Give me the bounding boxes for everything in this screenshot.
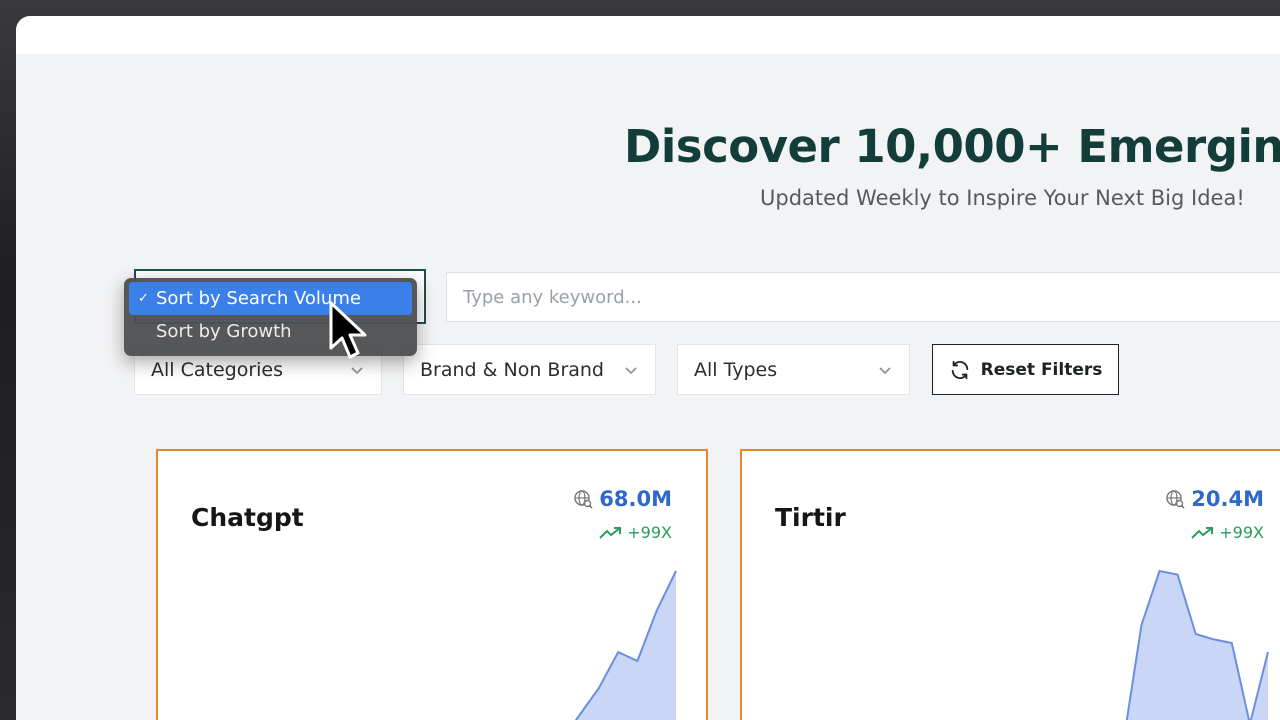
reset-filters-button[interactable]: Reset Filters — [932, 344, 1119, 395]
trend-sparkline — [574, 570, 677, 720]
search-volume-value: 20.4M — [1191, 487, 1264, 511]
trends-page: Discover 10,000+ Emerging T Updated Week… — [16, 54, 1280, 720]
reset-filters-label: Reset Filters — [980, 359, 1103, 380]
globe-search-icon — [574, 490, 593, 509]
search-input[interactable] — [446, 272, 1280, 322]
sort-option-label: Sort by Growth — [156, 321, 292, 342]
refresh-icon — [951, 360, 968, 379]
search-volume-value: 68.0M — [599, 487, 672, 511]
growth-value: +99X — [627, 523, 672, 542]
sort-dropdown-menu: ✓ Sort by Search Volume Sort by Growth — [124, 278, 417, 356]
brand-filter[interactable]: Brand & Non Brand — [403, 344, 656, 395]
growth-badge: +99X — [599, 523, 672, 542]
trend-card[interactable]: Chatgpt 68.0M +99X — [156, 449, 708, 720]
trending-up-icon — [599, 526, 622, 539]
search-volume: 20.4M — [1165, 487, 1264, 511]
trending-up-icon — [1191, 526, 1214, 539]
trend-card[interactable]: Tirtir 20.4M +99X — [740, 449, 1280, 720]
category-filter-label: All Categories — [151, 358, 284, 381]
type-filter-label: All Types — [694, 358, 778, 381]
chevron-down-icon — [351, 366, 363, 374]
page-title: Discover 10,000+ Emerging T — [624, 120, 1280, 173]
growth-value: +99X — [1219, 523, 1264, 542]
search-volume: 68.0M — [573, 487, 672, 511]
trend-name: Tirtir — [775, 503, 846, 532]
trend-name: Chatgpt — [191, 503, 304, 532]
checkmark-icon: ✓ — [138, 291, 149, 306]
type-filter[interactable]: All Types — [677, 344, 910, 395]
chevron-down-icon — [625, 366, 637, 374]
sparkline-area — [576, 571, 676, 720]
trend-sparkline — [1125, 569, 1269, 720]
sparkline-area — [1126, 571, 1268, 720]
mouse-cursor-icon — [329, 301, 367, 359]
brand-filter-label: Brand & Non Brand — [420, 358, 604, 381]
chevron-down-icon — [879, 366, 891, 374]
globe-search-icon — [1166, 490, 1185, 509]
page-subtitle: Updated Weekly to Inspire Your Next Big … — [760, 186, 1245, 210]
browser-window: Discover 10,000+ Emerging T Updated Week… — [16, 16, 1280, 720]
growth-badge: +99X — [1191, 523, 1264, 542]
